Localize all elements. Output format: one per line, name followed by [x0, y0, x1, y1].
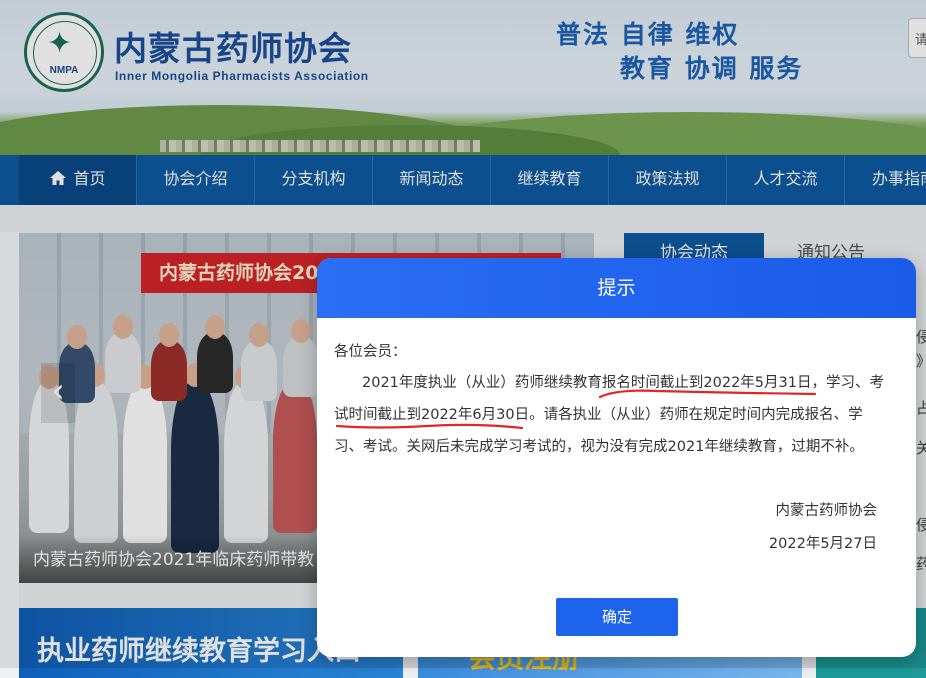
- dialog-body-line: 试时间截止到2022年6月30日。请各执业（从业）药师在规定时间内完成报名、学: [334, 407, 863, 423]
- dialog-date: 2022年5月27日: [768, 536, 877, 552]
- dialog-body-line: 习、考试。关网后未完成学习考试的，视为没有完成2021年继续教育，过期不补。: [334, 439, 864, 455]
- underline-stroke: [335, 423, 524, 430]
- confirm-button[interactable]: 确定: [556, 598, 678, 636]
- dialog-title: 提示: [597, 277, 636, 299]
- notice-dialog: 提示 各位会员： 2021年度执业（从业）药师继续教育报名时间截止到2022年5…: [317, 258, 916, 657]
- dialog-greeting: 各位会员：: [334, 344, 407, 360]
- dialog-body-line: 2021年度执业（从业）药师继续教育报名时间截止到2022年5月31日，学习、考: [362, 375, 884, 391]
- dialog-header: 提示: [317, 258, 916, 318]
- dialog-signature: 内蒙古药师协会: [775, 503, 878, 519]
